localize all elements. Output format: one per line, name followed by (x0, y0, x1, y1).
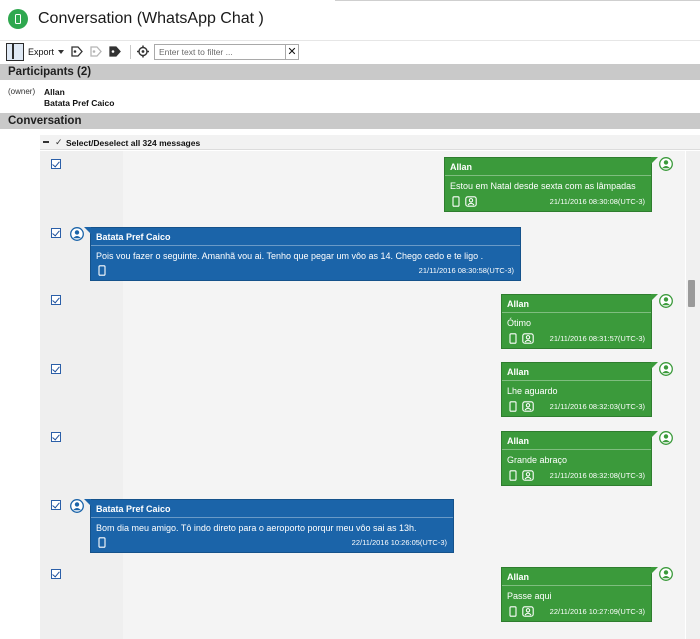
message-bubble-outgoing[interactable]: Allan Ótimo 21/11/2016 08:31:57(UTC-3) (501, 294, 658, 349)
title-divider (335, 0, 700, 1)
user-avatar-icon (659, 157, 673, 171)
message-text: Ótimo (507, 318, 532, 328)
message-text: Estou em Natal desde sexta com as lâmpad… (450, 181, 636, 191)
contact-book-icon (465, 196, 477, 207)
phone-icon (451, 196, 461, 207)
phone-icon (508, 333, 518, 344)
message-timestamp: 21/11/2016 08:31:57(UTC-3) (549, 334, 645, 343)
message-bubble-incoming[interactable]: Batata Pref Caico Bom dia meu amigo. Tô … (84, 499, 454, 553)
contact-book-icon (522, 470, 534, 481)
message-sender: Allan (507, 572, 530, 582)
message-bubble-incoming[interactable]: Batata Pref Caico Pois vou fazer o segui… (84, 227, 521, 281)
message-checkbox[interactable] (51, 432, 61, 442)
collapse-icon[interactable] (43, 141, 49, 143)
message-sender: Batata Pref Caico (96, 504, 171, 514)
scrollbar-track[interactable] (686, 151, 700, 639)
message-sender: Allan (450, 162, 473, 172)
contact-book-icon (522, 401, 534, 412)
phone-icon (508, 606, 518, 617)
participants-header[interactable]: Participants (2) (0, 64, 700, 80)
tag-icon[interactable] (70, 45, 84, 58)
user-avatar-icon (659, 431, 673, 445)
phone-icon (508, 470, 518, 481)
filter-input[interactable] (154, 44, 286, 60)
export-button[interactable]: Export (28, 47, 54, 57)
whatsapp-phone-icon (8, 9, 28, 29)
toolbar: Export ✕ (0, 40, 700, 62)
contact-book-icon (522, 606, 534, 617)
gear-icon[interactable] (136, 45, 150, 58)
user-avatar-icon (70, 499, 84, 513)
message-checkbox[interactable] (51, 500, 61, 510)
message-sender: Batata Pref Caico (96, 232, 171, 242)
message-bubble-outgoing[interactable]: Allan Passe aqui 22/11/2016 10:27:09(UTC… (501, 567, 658, 622)
clear-filter-button[interactable]: ✕ (286, 44, 299, 60)
window-title: Conversation (WhatsApp Chat ) (38, 10, 264, 27)
toolbar-separator (130, 45, 131, 59)
checkmark-icon: ✓ (55, 137, 63, 147)
message-sender: Allan (507, 436, 530, 446)
select-all-bar[interactable]: ✓ Select/Deselect all 324 messages (40, 135, 700, 150)
contact-book-icon (522, 333, 534, 344)
select-all-label[interactable]: Select/Deselect all 324 messages (66, 138, 200, 148)
checkbox-column (40, 151, 123, 639)
toggle-panel-button[interactable] (6, 43, 24, 61)
message-bubble-outgoing[interactable]: Allan Grande abraço 21/11/2016 08:32:08(… (501, 431, 658, 486)
message-sender: Allan (507, 299, 530, 309)
message-text: Passe aqui (507, 591, 552, 601)
user-avatar-icon (659, 362, 673, 376)
conversation-header[interactable]: Conversation (0, 113, 700, 129)
message-bubble-outgoing[interactable]: Allan Lhe aguardo 21/11/2016 08:32:03(UT… (501, 362, 658, 417)
message-checkbox[interactable] (51, 295, 61, 305)
phone-icon (97, 537, 107, 548)
title-bar: Conversation (WhatsApp Chat ) (0, 0, 700, 38)
message-timestamp: 22/11/2016 10:27:09(UTC-3) (549, 607, 645, 616)
message-timestamp: 21/11/2016 08:30:58(UTC-3) (418, 266, 514, 275)
message-timestamp: 22/11/2016 10:26:05(UTC-3) (351, 538, 447, 547)
export-dropdown-icon[interactable] (58, 50, 64, 54)
participants-list: (owner) Allan Batata Pref Caico (0, 81, 700, 110)
tag-remove-icon[interactable] (89, 45, 103, 58)
user-avatar-icon (659, 294, 673, 308)
message-sender: Allan (507, 367, 530, 377)
owner-tag: (owner) (8, 87, 36, 96)
message-text: Bom dia meu amigo. Tô indo direto para o… (96, 523, 417, 533)
participant-name: Allan (44, 87, 65, 97)
message-timestamp: 21/11/2016 08:30:08(UTC-3) (549, 197, 645, 206)
phone-icon (508, 401, 518, 412)
message-text: Lhe aguardo (507, 386, 558, 396)
user-avatar-icon (70, 227, 84, 241)
scrollbar-thumb[interactable] (688, 280, 695, 307)
tag-settings-icon[interactable] (108, 45, 122, 58)
message-bubble-outgoing[interactable]: Allan Estou em Natal desde sexta com as … (444, 157, 658, 212)
message-timestamp: 21/11/2016 08:32:03(UTC-3) (549, 402, 645, 411)
participant-name: Batata Pref Caico (44, 98, 115, 108)
message-text: Grande abraço (507, 455, 568, 465)
message-timestamp: 21/11/2016 08:32:08(UTC-3) (549, 471, 645, 480)
phone-icon (97, 265, 107, 276)
message-checkbox[interactable] (51, 159, 61, 169)
message-checkbox[interactable] (51, 364, 61, 374)
message-text: Pois vou fazer o seguinte. Amanhã vou ai… (96, 251, 484, 261)
message-checkbox[interactable] (51, 228, 61, 238)
user-avatar-icon (659, 567, 673, 581)
message-checkbox[interactable] (51, 569, 61, 579)
